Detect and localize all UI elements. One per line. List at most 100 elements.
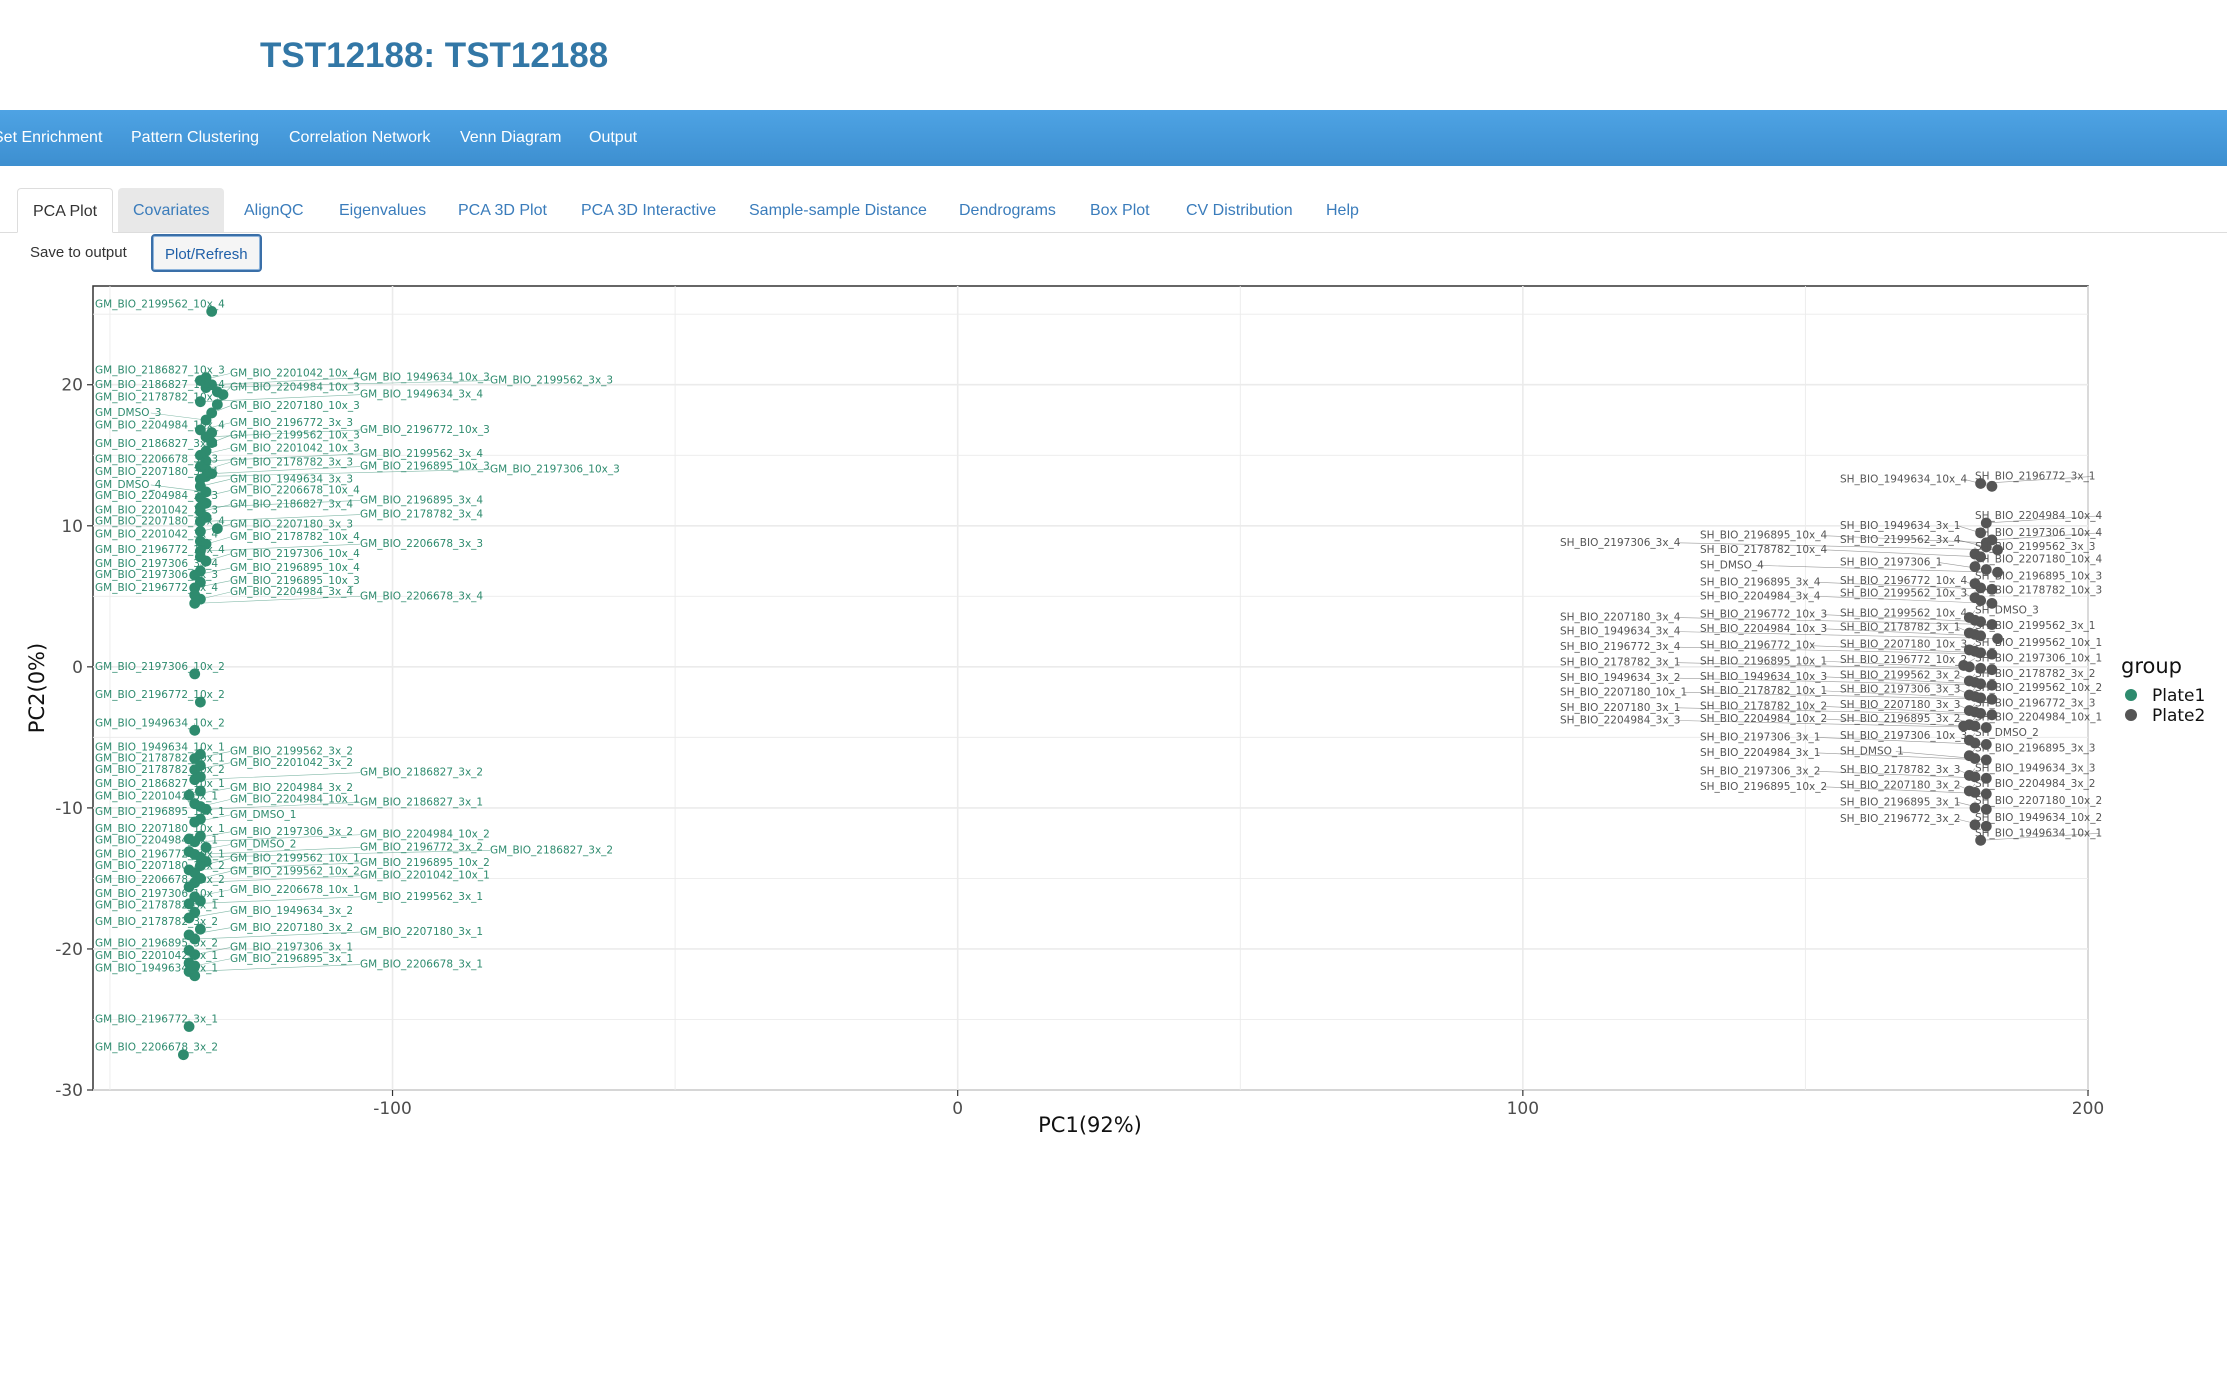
nav-output[interactable]: Output xyxy=(589,110,637,166)
point-label: SH_BIO_2196895_10x_3 xyxy=(1975,571,2102,583)
point-label: SH_BIO_2196895_10x_1 xyxy=(1700,655,1827,667)
point-label: GM_BIO_2206678_3x_2 xyxy=(95,1042,218,1054)
point-label: GM_BIO_2207180_10x_2 xyxy=(95,860,225,872)
tab-help[interactable]: Help xyxy=(1311,188,1374,232)
point-label: GM_DMSO_1 xyxy=(230,809,296,821)
legend: group Plate1 Plate2 xyxy=(2121,654,2205,726)
point-label: SH_BIO_2199562_10x_1 xyxy=(1975,637,2102,649)
point-label: GM_BIO_2196772_3x_3 xyxy=(230,417,353,429)
point-label: GM_BIO_2178782_10x_4 xyxy=(230,531,360,543)
point-label: GM_BIO_2206678_10x_2 xyxy=(95,874,225,886)
point-label: SH_DMSO_4 xyxy=(1700,559,1764,571)
point-label: GM_BIO_2196895_3x_4 xyxy=(360,494,483,506)
point-label: SH_BIO_2199562_10x_3 xyxy=(1840,588,1967,600)
point-label: GM_BIO_2178782_3x_3 xyxy=(230,456,353,468)
point-label: GM_BIO_2207180_3x_2 xyxy=(230,922,353,934)
save-to-output-button[interactable]: Save to output xyxy=(18,234,139,272)
point-label: GM_BIO_2204984_10x_3 xyxy=(230,382,360,394)
point-label: GM_BIO_2204984_3x_3 xyxy=(95,490,218,502)
point-label: GM_BIO_2196772_10x_3 xyxy=(360,424,490,436)
point-label: GM_BIO_2196772_3x_2 xyxy=(360,841,483,853)
tab-sample-sample-distance[interactable]: Sample-sample Distance xyxy=(734,188,942,232)
point-label: SH_BIO_2196895_3x_1 xyxy=(1840,796,1960,808)
point-label: SH_DMSO_2 xyxy=(1975,727,2039,739)
data-point xyxy=(189,597,201,609)
point-label: GM_BIO_2207180_10x_4 xyxy=(95,516,225,528)
point-label: GM_BIO_2204984_3x_1 xyxy=(95,834,218,846)
point-label: GM_BIO_2197306_10x_4 xyxy=(230,548,360,560)
point-label: SH_BIO_1949634_3x_1 xyxy=(1840,520,1960,532)
point-label: SH_BIO_2196772_10x_2 xyxy=(1840,654,1967,666)
point-label: GM_BIO_1949634_3x_2 xyxy=(230,905,353,917)
x-tick-label: 0 xyxy=(952,1099,963,1119)
point-label: SH_BIO_2178782_10x_2 xyxy=(1700,700,1827,712)
tab-pca-plot[interactable]: PCA Plot xyxy=(17,188,114,233)
point-label: SH_BIO_1949634_10x_1 xyxy=(1975,827,2102,839)
point-label: SH_BIO_2196772_10x_4 xyxy=(1840,575,1967,587)
point-label: GM_DMSO_4 xyxy=(95,479,162,491)
point-label: GM_BIO_2206678_10x_1 xyxy=(230,884,360,896)
point-label: SH_BIO_2207180_3x_4 xyxy=(1560,612,1681,624)
point-label: SH_BIO_2196772_10x xyxy=(1700,640,1815,652)
nav-correlation-network[interactable]: Correlation Network xyxy=(289,110,430,166)
point-label: GM_BIO_2178782_3x_2 xyxy=(95,916,218,928)
point-label: SH_BIO_2196772_10x_3 xyxy=(1700,609,1827,621)
point-label: GM_BIO_2201042_3x_4 xyxy=(95,528,218,540)
nav-set-enrichment[interactable]: Set Enrichment xyxy=(0,110,102,166)
point-label: GM_BIO_2197306_3x_2 xyxy=(230,826,353,838)
tab-covariates[interactable]: Covariates xyxy=(118,188,225,232)
point-label: SH_BIO_2197306_3x_1 xyxy=(1700,731,1820,743)
y-axis-ticks: 20 10 0 -10 -20 -30 xyxy=(55,376,93,1101)
point-label: GM_BIO_2206678_3x_1 xyxy=(360,959,483,971)
nav-pattern-clustering[interactable]: Pattern Clustering xyxy=(131,110,259,166)
y-tick-label: 10 xyxy=(61,517,83,537)
y-tick-label: 20 xyxy=(61,376,83,396)
point-label: GM_BIO_2197306_10x_1 xyxy=(95,888,225,900)
point-label: GM_BIO_2197306_3x_1 xyxy=(230,942,353,954)
point-label: GM_BIO_2197306_3x_3 xyxy=(95,569,218,581)
point-label: GM_BIO_2196895_10x_4 xyxy=(230,562,360,574)
point-label: SH_BIO_2204984_3x_3 xyxy=(1560,714,1680,726)
legend-label-plate1: Plate1 xyxy=(2152,686,2205,706)
data-point xyxy=(1986,480,1998,492)
point-label: GM_BIO_2196895_3x_2 xyxy=(95,937,218,949)
nav-venn-diagram[interactable]: Venn Diagram xyxy=(460,110,561,166)
point-label: SH_BIO_2196895_10x_2 xyxy=(1700,781,1827,793)
x-tick-label: -100 xyxy=(373,1099,412,1119)
point-label: GM_BIO_2178782_3x_1 xyxy=(95,899,218,911)
point-label: SH_BIO_2207180_10x_4 xyxy=(1975,554,2102,566)
point-label: SH_BIO_2199562_10x_4 xyxy=(1840,607,1967,619)
point-label: SH_BIO_2204984_3x_2 xyxy=(1975,778,2095,790)
point-label: GM_DMSO_2 xyxy=(230,839,296,851)
point-label: SH_BIO_2207180_10x_2 xyxy=(1975,795,2102,807)
point-label: GM_BIO_2199562_10x_1 xyxy=(230,853,360,865)
tab-dendrograms[interactable]: Dendrograms xyxy=(944,188,1071,232)
point-label: SH_BIO_1949634_10x_2 xyxy=(1975,812,2102,824)
point-label: SH_BIO_2199562_10x_2 xyxy=(1975,682,2102,694)
point-label: GM_BIO_2197306_10x_2 xyxy=(95,661,225,673)
point-label: GM_BIO_2206678_10x_4 xyxy=(230,485,360,497)
tab-box-plot[interactable]: Box Plot xyxy=(1075,188,1165,232)
point-label: GM_BIO_1949634_3x_1 xyxy=(95,963,218,975)
point-label: SH_BIO_2204984_10x_4 xyxy=(1975,510,2102,522)
point-label: GM_BIO_2207180_10x_3 xyxy=(230,400,360,412)
point-label: GM_BIO_2201042_3x_3 xyxy=(95,504,218,516)
point-label: GM_BIO_2207180_3x_1 xyxy=(360,926,483,938)
point-label: GM_BIO_2199562_3x_2 xyxy=(230,746,353,758)
tab-cv-distribution[interactable]: CV Distribution xyxy=(1171,188,1308,232)
tab-alignqc[interactable]: AlignQC xyxy=(229,188,319,232)
point-label: SH_BIO_2196772_3x_1 xyxy=(1975,470,2095,482)
point-label: GM_BIO_1949634_3x_3 xyxy=(230,473,353,485)
legend-swatch-plate1 xyxy=(2125,689,2137,701)
point-label: GM_BIO_2196895_3x_1 xyxy=(230,953,353,965)
point-label: SH_BIO_1949634_3x_2 xyxy=(1560,672,1680,684)
plot-refresh-button[interactable]: Plot/Refresh xyxy=(151,234,262,272)
point-label: SH_BIO_2196772_3x_3 xyxy=(1975,698,2095,710)
point-label: SH_BIO_2199562_3x_1 xyxy=(1975,620,2095,632)
tab-pca-3d-interactive[interactable]: PCA 3D Interactive xyxy=(566,188,731,232)
point-label: SH_BIO_2204984_10x_2 xyxy=(1700,713,1827,725)
point-label: GM_BIO_2199562_3x_3 xyxy=(490,375,613,387)
tab-pca-3d-plot[interactable]: PCA 3D Plot xyxy=(443,188,562,232)
tab-eigenvalues[interactable]: Eigenvalues xyxy=(324,188,441,232)
point-label: SH_BIO_2204984_3x_1 xyxy=(1700,747,1820,759)
